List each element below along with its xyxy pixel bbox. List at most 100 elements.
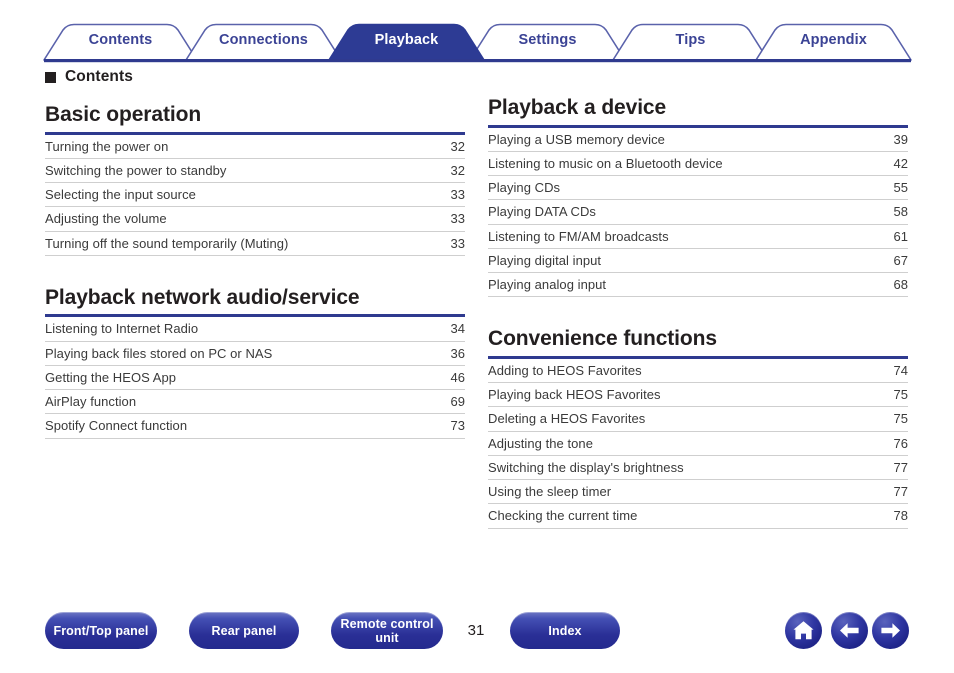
toc-entry-page: 75 <box>893 387 908 403</box>
toc-entry[interactable]: Playing CDs 55 <box>488 176 908 201</box>
home-button[interactable] <box>785 612 822 649</box>
toc-entry[interactable]: Playing back files stored on PC or NAS 3… <box>45 342 465 366</box>
toc-entry-page: 34 <box>450 321 465 337</box>
tab-label-appendix[interactable]: Appendix <box>756 32 911 48</box>
toc-entry[interactable]: Playing digital input 67 <box>488 249 908 274</box>
section-title: Basic operation <box>45 103 202 126</box>
toc-entry[interactable]: Switching the power to standby 32 <box>45 159 465 184</box>
toc-entry-title: AirPlay function <box>45 394 137 410</box>
toc-entry-page: 39 <box>893 131 908 147</box>
toc-entry-page: 33 <box>450 211 465 227</box>
toc-entry-title: Playing digital input <box>488 252 602 268</box>
toc-column-right: Playback a device Playing a USB memory d… <box>488 96 908 529</box>
toc-entry-page: 55 <box>893 180 908 196</box>
tab-label-playback[interactable]: Playback <box>329 32 484 48</box>
page-number: 31 <box>467 622 485 639</box>
toc-entry[interactable]: Playing DATA CDs 58 <box>488 200 908 225</box>
toc-entry[interactable]: Listening to music on a Bluetooth device… <box>488 152 908 177</box>
toc-entry[interactable]: Playing back HEOS Favorites 75 <box>488 383 908 408</box>
toc-entry[interactable]: Adjusting the tone 76 <box>488 432 908 456</box>
toc-entry-title: Switching the power to standby <box>45 162 227 178</box>
toc-entry-title: Listening to music on a Bluetooth device <box>488 155 723 171</box>
front-top-panel-button[interactable]: Front/Top panel <box>45 612 157 649</box>
page-title: Contents <box>45 68 133 86</box>
toc-entry-title: Turning the power on <box>45 138 169 154</box>
toc-entry-title: Switching the display's brightness <box>488 459 684 475</box>
tab-label-tips[interactable]: Tips <box>613 32 768 48</box>
toc-entry[interactable]: Turning off the sound temporarily (Mutin… <box>45 232 465 256</box>
footer: Front/Top panel Rear panel Remote contro… <box>0 612 954 673</box>
toc-entry-title: Using the sleep timer <box>488 484 612 500</box>
toc-section: Playback network audio/service Listening… <box>45 286 465 439</box>
next-button[interactable] <box>872 612 909 649</box>
toc-section: Basic operation Turning the power on 32 … <box>45 103 465 256</box>
toc-entry-page: 77 <box>893 484 908 500</box>
section-title: Convenience functions <box>488 327 717 351</box>
toc-entry-title: Deleting a HEOS Favorites <box>488 411 646 427</box>
toc-entry[interactable]: Getting the HEOS App 46 <box>45 366 465 391</box>
toc-entry[interactable]: Switching the display's brightness 77 <box>488 456 908 481</box>
tab-label-settings[interactable]: Settings <box>470 32 625 48</box>
section-title: Playback network audio/service <box>45 285 360 309</box>
toc-entry[interactable]: Deleting a HEOS Favorites 75 <box>488 407 908 432</box>
toc-entry[interactable]: Playing a USB memory device 39 <box>488 128 908 152</box>
toc-entry-title: Playing back HEOS Favorites <box>488 387 661 403</box>
toc-section: Convenience functions Adding to HEOS Fav… <box>488 327 908 529</box>
toc-entry-page: 61 <box>893 228 908 244</box>
toc-entry-title: Playing back files stored on PC or NAS <box>45 345 273 361</box>
home-icon <box>793 621 814 640</box>
toc-entry[interactable]: Playing analog input 68 <box>488 273 908 298</box>
toc-entry-title: Listening to FM/AM broadcasts <box>488 228 669 244</box>
toc-entry-page: 68 <box>893 277 908 293</box>
toc-entry-page: 46 <box>450 369 465 385</box>
toc-entry-title: Playing CDs <box>488 180 561 196</box>
toc-entry-title: Playing DATA CDs <box>488 204 596 220</box>
toc-entry-page: 77 <box>893 459 908 475</box>
toc-entry-page: 69 <box>450 394 465 410</box>
index-button[interactable]: Index <box>510 612 620 649</box>
toc-entry-title: Checking the current time <box>488 508 638 524</box>
toc-entry[interactable]: AirPlay function 69 <box>45 390 465 415</box>
toc-entry-page: 32 <box>450 138 465 154</box>
toc-entry[interactable]: Using the sleep timer 77 <box>488 480 908 505</box>
remote-control-unit-button[interactable]: Remote control unit <box>331 612 443 649</box>
toc-entry[interactable]: Adjusting the volume 33 <box>45 207 465 232</box>
tab-label-contents[interactable]: Contents <box>44 32 197 48</box>
toc-entry-page: 75 <box>893 411 908 427</box>
toc-entry-page: 33 <box>450 235 465 251</box>
toc-entry-title: Playing a USB memory device <box>488 131 665 147</box>
toc-entry[interactable]: Adding to HEOS Favorites 74 <box>488 359 908 384</box>
toc-entry-title: Getting the HEOS App <box>45 369 177 385</box>
toc-entry-page: 58 <box>893 204 908 220</box>
toc-entry-title: Selecting the input source <box>45 187 196 203</box>
toc-entry[interactable]: Selecting the input source 33 <box>45 183 465 208</box>
toc-entry-page: 76 <box>893 435 908 451</box>
toc-entry-page: 36 <box>450 345 465 361</box>
toc-column-left: Basic operation Turning the power on 32 … <box>45 103 465 439</box>
page-title-label: Contents <box>65 68 133 85</box>
toc-entry[interactable]: Turning the power on 32 <box>45 135 465 159</box>
rear-panel-button[interactable]: Rear panel <box>189 612 299 649</box>
toc-entry-title: Turning off the sound temporarily (Mutin… <box>45 235 289 251</box>
toc-entry-page: 42 <box>893 155 908 171</box>
toc-entry-page: 32 <box>450 162 465 178</box>
black-square-icon <box>45 72 56 83</box>
toc-entry[interactable]: Spotify Connect function 73 <box>45 414 465 439</box>
tab-label-connections[interactable]: Connections <box>186 32 341 48</box>
toc-entry-page: 67 <box>893 252 908 268</box>
tab-bar: Contents Connections Playback Settings T… <box>0 0 954 64</box>
toc-entry-title: Spotify Connect function <box>45 418 188 434</box>
toc-entry-title: Adjusting the volume <box>45 211 167 227</box>
back-button[interactable] <box>831 612 868 649</box>
toc-entry[interactable]: Checking the current time 78 <box>488 504 908 529</box>
toc-entry-page: 73 <box>450 418 465 434</box>
toc-entry[interactable]: Listening to FM/AM broadcasts 61 <box>488 225 908 249</box>
toc-entry-title: Adding to HEOS Favorites <box>488 362 642 378</box>
toc-entry-title: Adjusting the tone <box>488 435 593 451</box>
toc-entry-page: 78 <box>893 508 908 524</box>
arrow-left-icon <box>840 623 859 638</box>
toc-section: Playback a device Playing a USB memory d… <box>488 96 908 298</box>
arrow-right-icon <box>881 623 900 638</box>
toc-entry-title: Playing analog input <box>488 277 607 293</box>
toc-entry[interactable]: Listening to Internet Radio 34 <box>45 317 465 342</box>
